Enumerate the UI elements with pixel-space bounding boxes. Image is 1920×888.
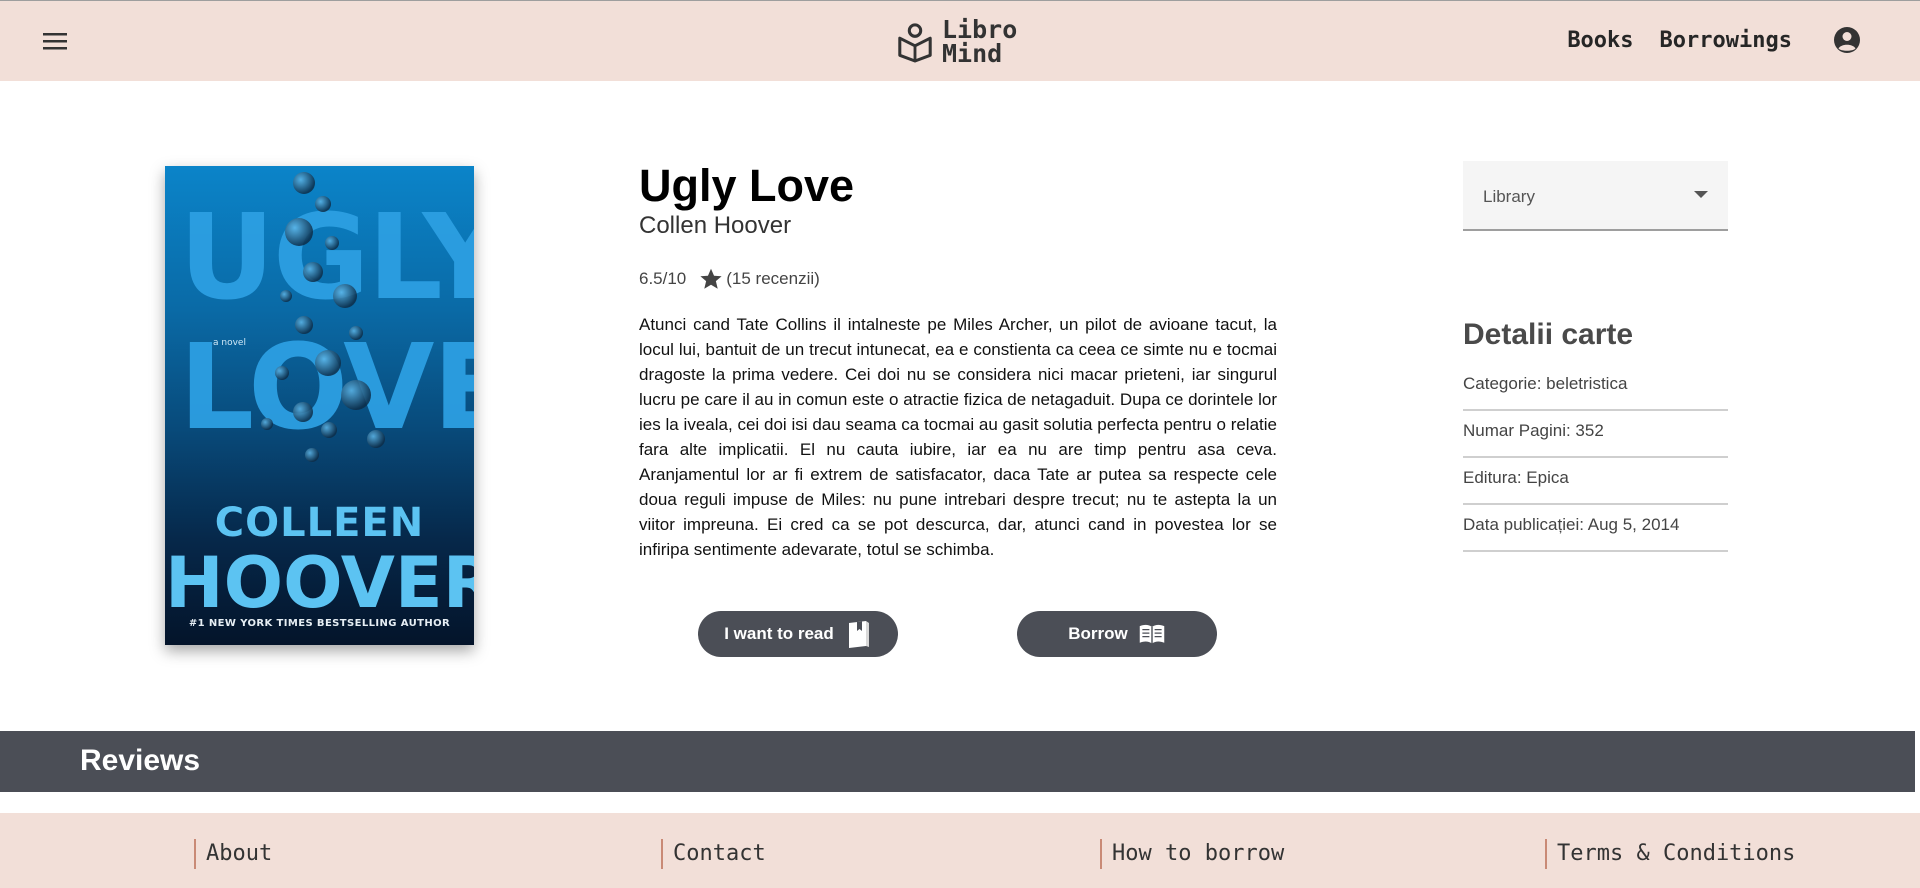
footer-how-to-borrow-link[interactable]: How to borrow xyxy=(1100,839,1284,869)
logo-text: Libro Mind xyxy=(942,17,1017,68)
bubble xyxy=(315,196,331,212)
logo[interactable]: Libro Mind xyxy=(896,17,1017,67)
want-to-read-label: I want to read xyxy=(724,624,834,643)
book-actions: I want to read Borrow xyxy=(698,611,1218,657)
want-to-read-button[interactable]: I want to read xyxy=(698,611,898,657)
bubble xyxy=(325,236,339,250)
detail-pages: Numar Pagini: 352 xyxy=(1463,411,1728,458)
book-info: Ugly Love Collen Hoover 6.5/10 (15 recen… xyxy=(639,160,1277,562)
rating-reviews-count: (15 recenzii) xyxy=(726,269,820,288)
reviews-title: Reviews xyxy=(80,744,201,777)
cover-title: UGLY LOVE xyxy=(179,192,474,452)
bubble xyxy=(275,366,289,380)
star-icon xyxy=(700,268,722,289)
cover-tagline: #1 NEW YORK TIMES BESTSELLING AUTHOR xyxy=(188,618,451,629)
nav-borrowings-link[interactable]: Borrowings xyxy=(1660,28,1792,53)
bubble xyxy=(285,218,313,246)
top-header: Libro Mind Books Borrowings xyxy=(0,0,1920,81)
nav-books-link[interactable]: Books xyxy=(1567,28,1633,53)
book-reader-logo-icon xyxy=(898,23,932,63)
bubble xyxy=(280,290,292,302)
library-select[interactable]: Library xyxy=(1463,161,1728,231)
cover-author-line-2: HOOVER xyxy=(165,542,474,624)
bubble xyxy=(367,430,385,448)
book-author[interactable]: Collen Hoover xyxy=(639,212,1277,240)
reviews-section-header: Reviews xyxy=(0,731,1915,792)
book-details: Detalii carte Categorie: beletristica Nu… xyxy=(1463,318,1728,552)
bubble xyxy=(293,402,313,422)
footer-contact-link[interactable]: Contact xyxy=(661,839,766,869)
borrow-label: Borrow xyxy=(1068,624,1128,643)
main-nav: Books Borrowings xyxy=(1567,25,1862,55)
book-cover-image: UGLY LOVE a novel COLLEEN HOOVER #1 NEW … xyxy=(165,166,474,645)
cover-novel-label: a novel xyxy=(213,338,246,348)
dropdown-arrow-icon xyxy=(1694,191,1708,198)
bubble xyxy=(261,418,273,430)
footer: About Contact How to borrow Terms & Cond… xyxy=(0,813,1920,888)
bookmark-book-icon xyxy=(848,621,869,648)
bubble xyxy=(341,380,371,410)
footer-about-link[interactable]: About xyxy=(194,839,272,869)
details-title: Detalii carte xyxy=(1463,318,1634,351)
detail-category: Categorie: beletristica xyxy=(1463,364,1728,411)
book-rating: 6.5/10 (15 recenzii) xyxy=(639,266,1277,292)
detail-publisher: Editura: Epica xyxy=(1463,458,1728,505)
bubble xyxy=(293,172,315,194)
bubble xyxy=(303,262,323,282)
logo-line-2: Mind xyxy=(942,39,1003,68)
borrow-button[interactable]: Borrow xyxy=(1017,611,1217,657)
bubble xyxy=(315,350,341,376)
bubble xyxy=(305,448,319,462)
account-circle-icon[interactable] xyxy=(1832,25,1862,55)
bubble xyxy=(333,284,357,308)
bubble xyxy=(295,316,313,334)
book-title: Ugly Love xyxy=(639,160,855,211)
bubble xyxy=(349,326,363,340)
book-description: Atunci cand Tate Collins il intalneste p… xyxy=(639,315,1277,559)
library-select-value: Library xyxy=(1483,187,1535,206)
footer-terms-link[interactable]: Terms & Conditions xyxy=(1545,839,1795,869)
cover-author-line-1: COLLEEN xyxy=(214,500,425,546)
menu-icon[interactable] xyxy=(40,27,70,55)
open-book-icon xyxy=(1139,624,1164,644)
detail-publication-date: Data publicației: Aug 5, 2014 xyxy=(1463,505,1728,552)
rating-score: 6.5/10 xyxy=(639,269,687,288)
bubble xyxy=(321,422,337,438)
